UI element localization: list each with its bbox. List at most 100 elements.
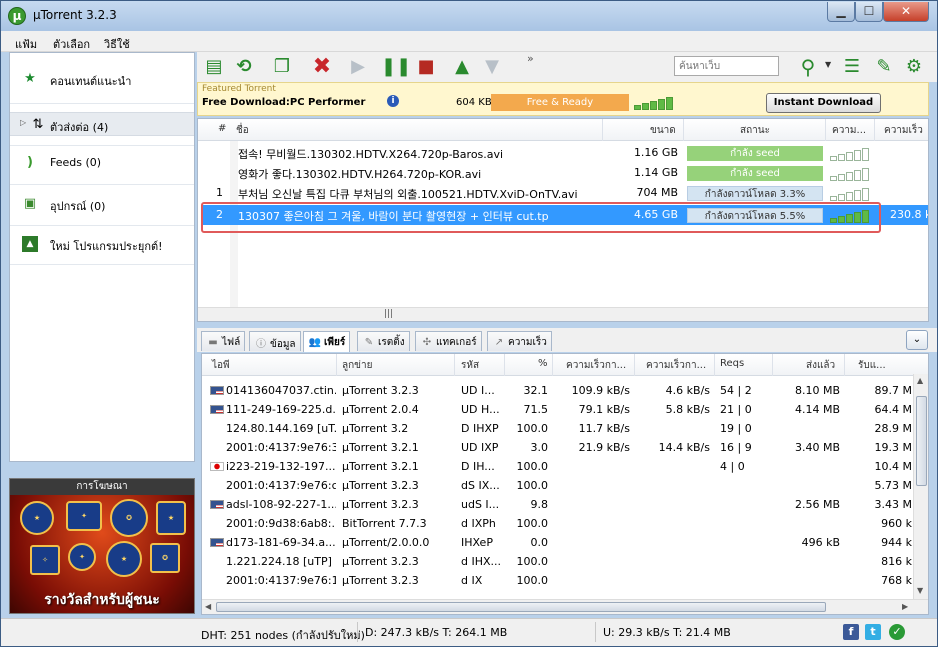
tab-info[interactable]: ⓘ ข้อมูล xyxy=(249,331,301,351)
column-header-status[interactable]: สถานะ xyxy=(740,123,770,138)
table-row[interactable]: 2001:0:4137:9e76:c... µTorrent 3.2.3 dS IX… xyxy=(202,476,914,495)
scroll-up-icon[interactable]: ▲ xyxy=(917,376,923,385)
search-dropdown-icon[interactable]: ▼ xyxy=(825,60,831,69)
featured-title[interactable]: Free Download:PC Performer xyxy=(202,97,365,108)
scrollbar-thumb[interactable] xyxy=(216,602,826,612)
advertisement-banner[interactable]: การโฆษณา ★ ✦ ✪ ★ ✧ ✦ ★ ✪ รางวัลสำหรับผู้… xyxy=(9,478,195,614)
column-header-client[interactable]: ลูกข่าย xyxy=(342,358,373,373)
column-divider[interactable] xyxy=(714,354,715,376)
add-link-icon[interactable]: ⟲ xyxy=(231,54,257,80)
table-row[interactable]: 접속! 무비월드.130302.HDTV.X264.720p-Baros.avi… xyxy=(198,143,928,163)
add-torrent-icon[interactable]: ▤ xyxy=(201,54,227,80)
maximize-button[interactable]: ☐ xyxy=(855,2,883,22)
minimize-button[interactable]: ▁ xyxy=(827,2,855,22)
column-divider[interactable] xyxy=(683,119,684,141)
sidebar-item-feeds[interactable]: ) Feeds (0) xyxy=(10,151,194,175)
table-row[interactable]: adsl-108-92-227-1... µTorrent 3.2.3 udS I.… xyxy=(202,495,914,514)
table-row[interactable]: 014136047037.ctin... µTorrent 3.2.3 UD I..… xyxy=(202,381,914,400)
move-up-icon[interactable]: ▲ xyxy=(449,54,475,80)
stop-icon[interactable]: ■ xyxy=(413,54,439,80)
upload-status[interactable]: U: 29.3 kB/s T: 21.4 MB xyxy=(603,626,731,639)
column-header-ip[interactable]: ไอพี xyxy=(212,358,230,373)
start-icon[interactable]: ▶ xyxy=(345,54,371,80)
create-torrent-icon[interactable]: ❐ xyxy=(269,54,295,80)
remove-icon[interactable]: ✖ xyxy=(309,54,335,80)
column-header-percent[interactable]: % xyxy=(538,358,548,369)
column-divider[interactable] xyxy=(336,354,337,376)
table-row[interactable]: 1 부처님 오신날 특집 다큐 부처님의 외출.100521.HDTV.XviD… xyxy=(198,183,928,203)
download-status[interactable]: D: 247.3 kB/s T: 264.1 MB xyxy=(365,626,507,639)
sidebar-item-devices[interactable]: ▣ อุปกรณ์ (0) xyxy=(10,192,194,216)
sidebar-item-apps[interactable]: ▲ ใหม่ โปรแกรมประยุกต์! xyxy=(10,232,194,256)
column-header-downloaded[interactable]: รับแ... xyxy=(858,358,886,373)
pause-icon[interactable]: ❚❚ xyxy=(381,54,411,80)
scrollbar-thumb[interactable] xyxy=(916,396,927,486)
tab-peers[interactable]: 👥 เพียร์ xyxy=(303,331,351,352)
column-divider[interactable] xyxy=(772,354,773,376)
scroll-down-icon[interactable]: ▼ xyxy=(917,586,923,595)
status-ok-icon[interactable]: ✓ xyxy=(889,624,905,640)
column-divider[interactable] xyxy=(634,354,635,376)
column-divider[interactable] xyxy=(874,119,875,141)
expand-arrow-icon[interactable]: ▷ xyxy=(20,118,26,127)
table-row[interactable]: d173-181-69-34.a... µTorrent/2.0.0.0 IHXeP… xyxy=(202,533,914,552)
scroll-grip-icon[interactable]: ||| xyxy=(384,309,393,319)
tab-trackers[interactable]: ✣ แทคเกอร์ xyxy=(415,331,482,351)
column-header-availability[interactable]: ความ... xyxy=(832,123,866,138)
table-row[interactable]: 2001:0:4137:9e76:1... µTorrent 3.2.3 d IX 1… xyxy=(202,571,914,590)
toolbar-overflow-icon[interactable]: » xyxy=(527,52,534,65)
search-input[interactable] xyxy=(674,56,779,76)
tab-speed[interactable]: ↗ ความเร็ว xyxy=(487,331,552,351)
column-header-upload-speed[interactable]: ความเร็วกา... xyxy=(646,358,706,373)
list-view-icon[interactable]: ☰ xyxy=(839,54,865,80)
facebook-icon[interactable]: f xyxy=(843,624,859,640)
dht-status[interactable]: DHT: 251 nodes (กำลังปรับใหม่) xyxy=(201,626,365,644)
column-header-flags[interactable]: รหัส xyxy=(461,358,479,373)
column-header-name[interactable]: ชื่อ xyxy=(236,123,249,138)
column-divider[interactable] xyxy=(825,119,826,141)
twitter-icon[interactable]: t xyxy=(865,624,881,640)
column-divider[interactable] xyxy=(844,354,845,376)
us-flag-icon xyxy=(210,405,224,414)
column-header-uploaded[interactable]: ส่งแล้ว xyxy=(806,358,835,373)
settings-gear-icon[interactable]: ⚙ xyxy=(901,54,927,80)
instant-download-button[interactable]: Instant Download xyxy=(766,93,881,113)
menu-file[interactable]: แฟ้ม xyxy=(15,35,37,53)
column-divider[interactable] xyxy=(454,354,455,376)
column-divider[interactable] xyxy=(602,119,603,141)
remote-icon[interactable]: ✎ xyxy=(871,54,897,80)
table-row[interactable]: 1.221.224.18 [uTP] µTorrent 3.2.3 d IHX...… xyxy=(202,552,914,571)
peers-vertical-scrollbar[interactable]: ▲ ▼ xyxy=(913,374,928,600)
table-row[interactable]: 124.80.144.169 [uT... µTorrent 3.2 D IHXP 1… xyxy=(202,419,914,438)
move-down-icon[interactable]: ▼ xyxy=(479,54,505,80)
table-row[interactable]: 영화가 좋다.130302.HDTV.H264.720p-KOR.avi 1.1… xyxy=(198,163,928,183)
peers-horizontal-scrollbar[interactable]: ◀ ▶ xyxy=(202,599,928,614)
table-row[interactable]: i223-219-132-197.... µTorrent 3.2.1 D IH..… xyxy=(202,457,914,476)
sidebar-item-torrents[interactable]: ▷ ⇅ ตัวส่งต่อ (4) xyxy=(10,112,194,136)
tab-ratings[interactable]: ✎ เรตติ้ง xyxy=(357,331,410,351)
table-row-selected[interactable]: 2 130307 좋은아침 그 겨울, 바람이 분다 촬영현장 + 인터뷰 cu… xyxy=(202,205,928,225)
column-header-number[interactable]: # xyxy=(218,123,226,134)
close-button[interactable]: ✕ xyxy=(883,2,929,22)
table-row[interactable]: 111-249-169-225.d... µTorrent 2.0.4 UD H..… xyxy=(202,400,914,419)
info-icon[interactable]: i xyxy=(387,95,399,107)
column-divider[interactable] xyxy=(504,354,505,376)
title-bar[interactable]: µ µTorrent 3.2.3 ▁ ☐ ✕ xyxy=(1,1,937,31)
search-icon[interactable]: ⚲ xyxy=(795,54,821,80)
sidebar-item-featured[interactable]: ★ คอนเทนต์แนะนำ xyxy=(10,67,194,91)
menu-options[interactable]: ตัวเลือก xyxy=(53,35,90,53)
column-header-speed[interactable]: ความเร็ว xyxy=(884,123,923,138)
scroll-right-icon[interactable]: ▶ xyxy=(902,602,908,611)
scroll-left-icon[interactable]: ◀ xyxy=(205,602,211,611)
table-row[interactable]: 2001:0:9d38:6ab8:... BitTorrent 7.7.3 d IX… xyxy=(202,514,914,533)
collapse-panel-button[interactable]: ⌄ xyxy=(906,330,928,350)
column-header-download-speed[interactable]: ความเร็วกา... xyxy=(566,358,626,373)
column-divider[interactable] xyxy=(552,354,553,376)
tab-files[interactable]: ▬ ไฟล์ xyxy=(201,331,246,351)
torrent-list-scrollbar[interactable]: ||| xyxy=(198,307,928,321)
peer-downloaded: 3.43 M xyxy=(874,498,912,511)
column-header-size[interactable]: ขนาด xyxy=(650,123,676,138)
menu-help[interactable]: วิธีใช้ xyxy=(104,35,130,53)
table-row[interactable]: 2001:0:4137:9e76:3... µTorrent 3.2.1 UD IX… xyxy=(202,438,914,457)
column-header-reqs[interactable]: Reqs xyxy=(720,358,744,369)
